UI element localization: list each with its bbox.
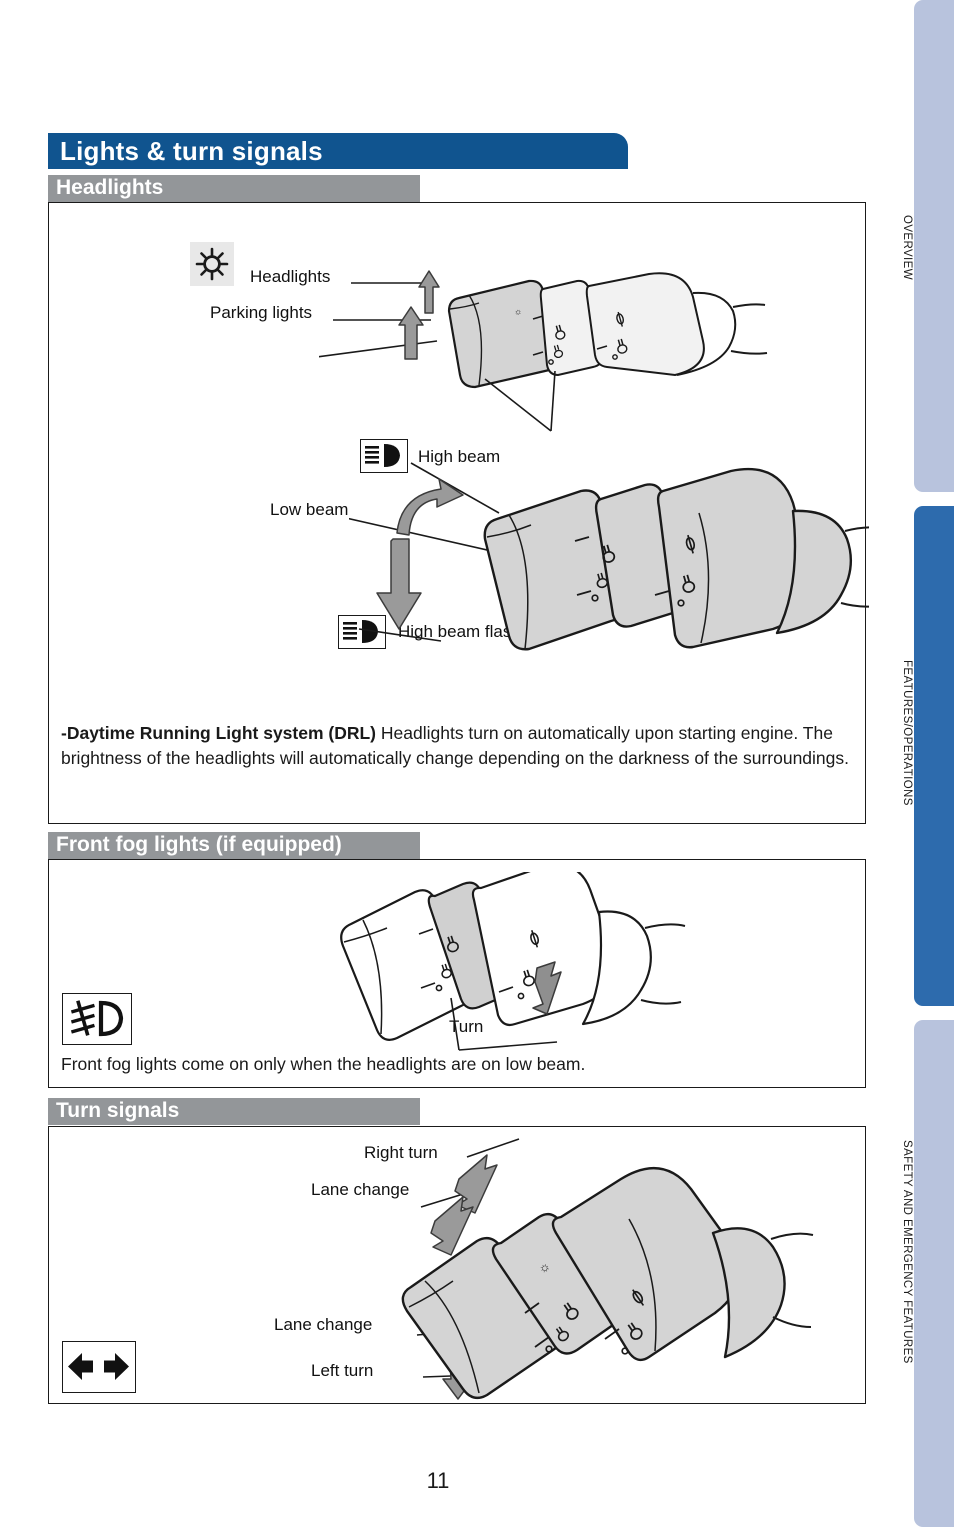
- callout-turn: Turn: [449, 1017, 484, 1036]
- front-fog-lights-content-box: Turn Front fog lights come on only when …: [48, 859, 866, 1088]
- section-header-turn-signals-label: Turn signals: [56, 1099, 180, 1122]
- manual-page: Lights & turn signals Headlights Headlig…: [0, 0, 876, 1527]
- page-number: 11: [426, 1468, 450, 1493]
- side-tab-safety-and-emergency-features[interactable]: [914, 1020, 954, 1527]
- headlights-content-box: Headlights Parking lights ☼ High beam Lo…: [48, 202, 869, 824]
- callout-low-beam: Low beam: [270, 500, 349, 519]
- fog-light-note: Front fog lights come on only when the h…: [61, 1054, 586, 1074]
- fog-light-icon: [62, 993, 132, 1045]
- section-header-front-fog-lights-label: Front fog lights (if equipped): [56, 833, 342, 856]
- headlight-stalk-diagram-bottom: [349, 462, 869, 651]
- headlight-sun-icon: [190, 242, 234, 286]
- section-header-turn-signals: Turn signals: [48, 1098, 420, 1125]
- side-tab-overview-label: OVERVIEW: [901, 215, 913, 280]
- side-tab-overview[interactable]: [914, 0, 954, 492]
- section-header-front-fog-lights: Front fog lights (if equipped): [48, 832, 420, 859]
- section-header-headlights-label: Headlights: [56, 176, 164, 199]
- side-tab-features-operations[interactable]: [914, 506, 954, 1006]
- drl-note-lead: -Daytime Running Light system (DRL): [61, 723, 377, 743]
- turn-signals-content-box: Right turn Lane change Lane change Left …: [48, 1126, 866, 1404]
- page-title-bar: Lights & turn signals: [48, 133, 628, 169]
- page-title: Lights & turn signals: [60, 136, 323, 166]
- side-tab-safety-and-emergency-features-label: SAFETY AND EMERGENCY FEATURES: [901, 1140, 913, 1364]
- callout-parking-lights: Parking lights: [210, 303, 313, 322]
- side-tab-features-operations-label: FEATURES/OPERATIONS: [901, 660, 913, 806]
- turn-signal-arrows-icon: [62, 1341, 136, 1393]
- headlight-stalk-diagram-top: ☼: [319, 270, 768, 432]
- fog-light-stalk-diagram: [340, 872, 686, 1051]
- drl-note: -Daytime Running Light system (DRL) Head…: [61, 721, 851, 771]
- section-header-headlights: Headlights: [48, 175, 420, 202]
- turn-signal-stalk-diagram: ☼: [401, 1138, 814, 1400]
- section-tab-rail: OVERVIEW FEATURES/OPERATIONS SAFETY AND …: [876, 0, 954, 1527]
